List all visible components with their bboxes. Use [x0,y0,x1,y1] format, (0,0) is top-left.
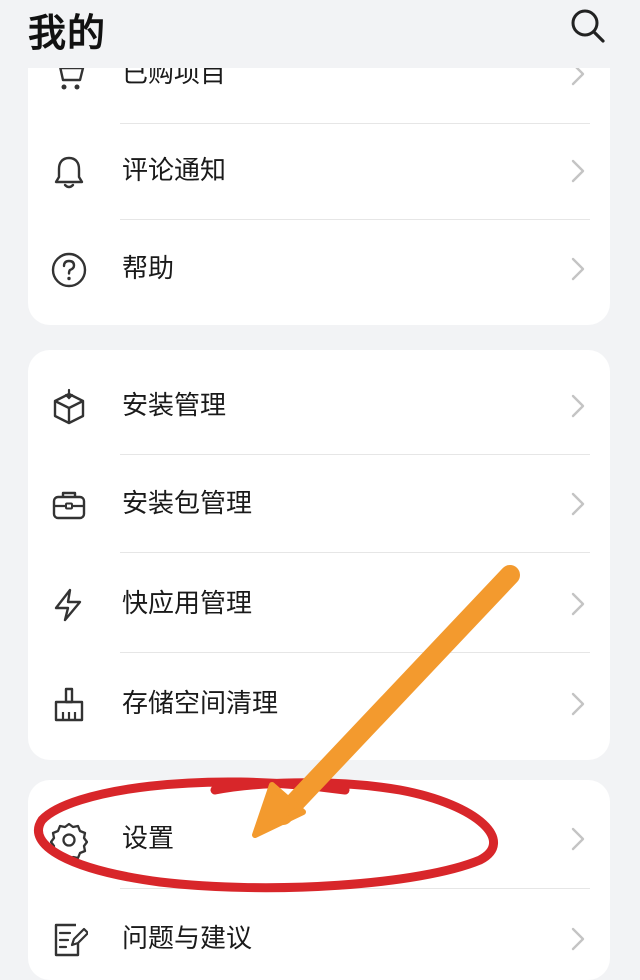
search-icon [571,9,605,43]
menu-item-help[interactable]: 帮助 [28,220,610,318]
divider [120,552,590,553]
menu-item-storage-clean[interactable]: 存储空间清理 [28,655,610,753]
gear-icon [50,822,88,859]
chevron-right-icon [571,257,585,281]
help-circle-icon [51,252,87,288]
chevron-right-icon [571,592,585,616]
menu-item-label: 安装包管理 [122,489,253,519]
chevron-right-icon [571,692,585,716]
menu-item-package-manage[interactable]: 安装包管理 [28,455,610,553]
broom-icon [54,687,84,722]
menu-item-label: 设置 [122,824,175,854]
menu-item-label: 安装管理 [122,391,227,421]
menu-item-settings[interactable]: 设置 [28,790,610,888]
briefcase-icon [52,491,86,520]
chevron-right-icon [571,927,585,951]
chevron-right-icon [571,492,585,516]
divider [120,652,590,653]
page-title-overlay: 我的 [28,11,107,55]
menu-item-label: 存储空间清理 [122,689,279,719]
lightning-icon [54,588,82,622]
divider [120,888,590,889]
menu-item-label: 帮助 [122,254,175,284]
search-button-overlay[interactable] [566,4,610,48]
menu-item-label: 评论通知 [122,156,227,186]
menu-card-2: 安装管理 安装包管理 快应用管理 存储空间清理 [28,350,610,760]
feedback-edit-icon [54,923,88,957]
menu-item-install-manage[interactable]: 安装管理 [28,357,610,455]
menu-item-label: 快应用管理 [122,589,253,619]
chevron-right-icon [571,159,585,183]
box-install-icon [53,388,85,425]
menu-item-quick-app-manage[interactable]: 快应用管理 [28,555,610,653]
menu-card-3: 设置 问题与建议 [28,780,610,980]
chevron-right-icon [571,394,585,418]
menu-item-comment-notify[interactable]: 评论通知 [28,122,610,220]
bell-icon [54,156,84,189]
chevron-right-icon [571,827,585,851]
